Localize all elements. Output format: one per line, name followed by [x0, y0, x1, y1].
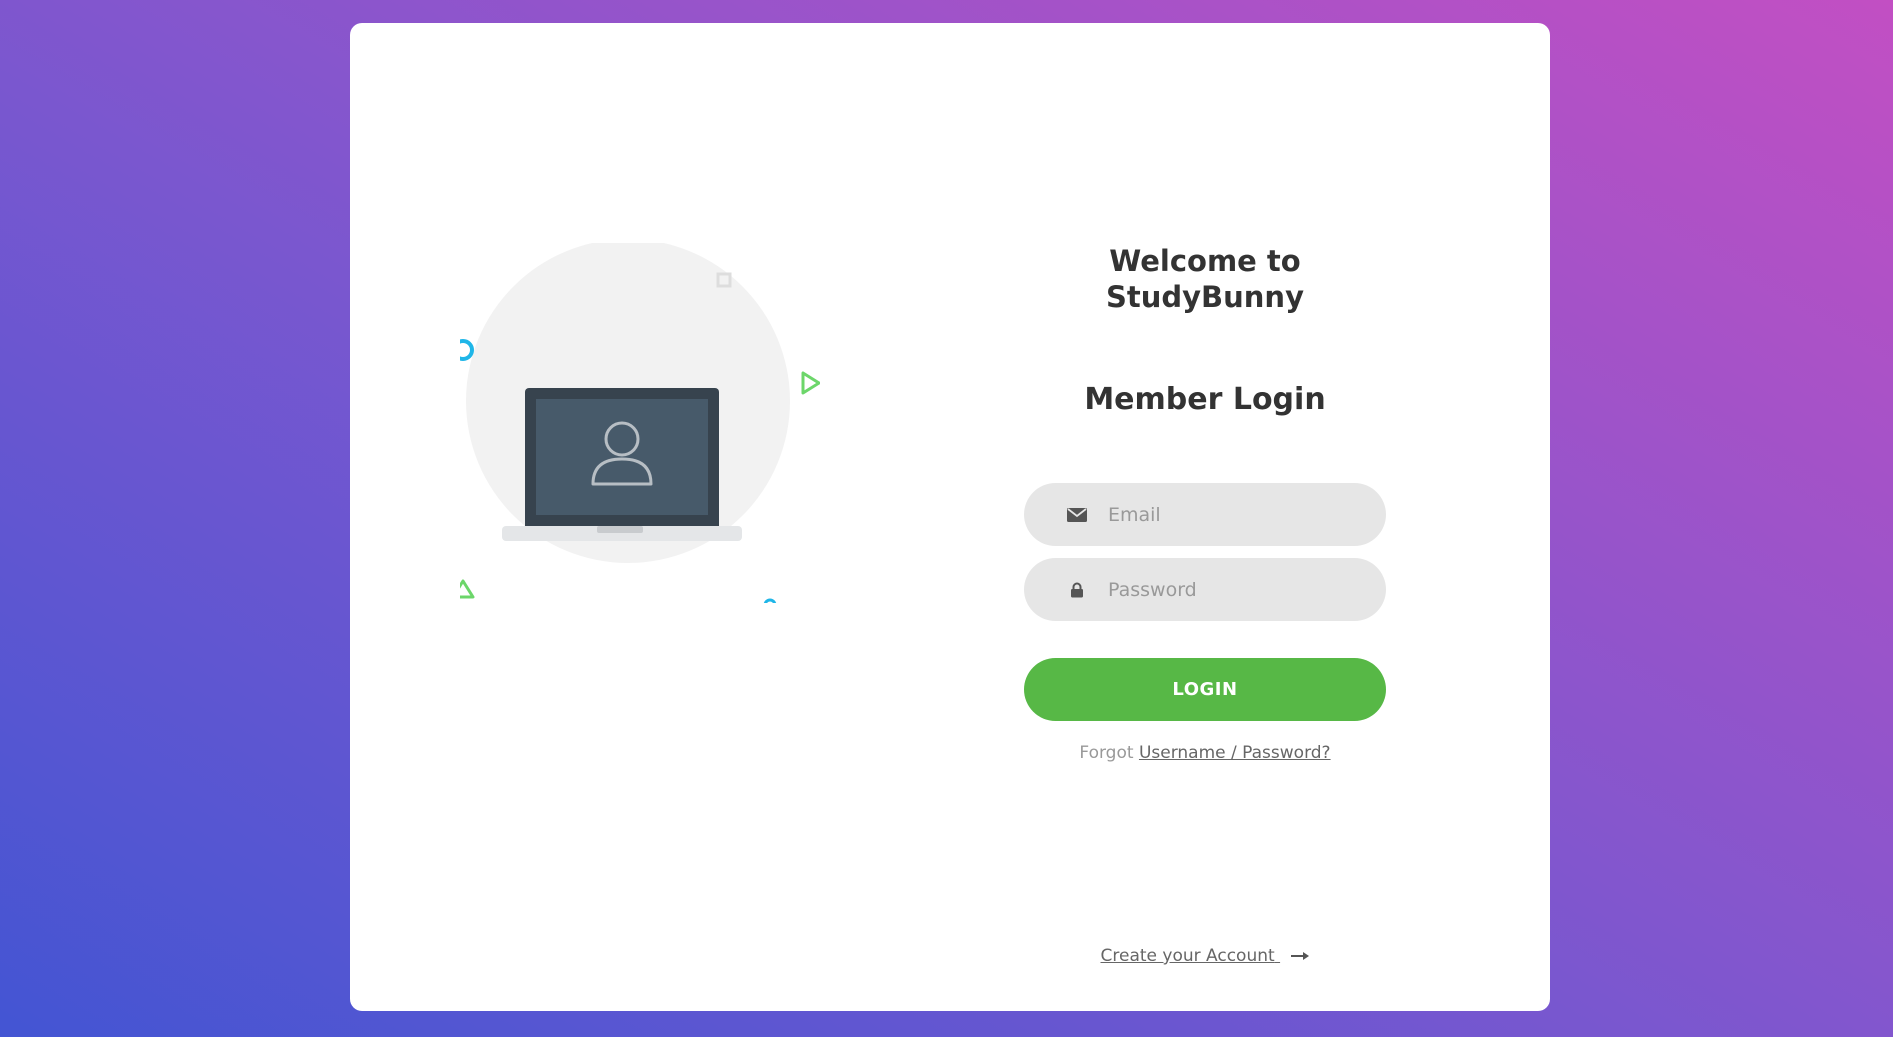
forgot-credentials: Forgot Username / Password? — [1024, 743, 1386, 763]
circle-decoration-icon — [460, 339, 474, 361]
laptop-user-illustration — [460, 243, 820, 603]
arrow-right-icon — [1291, 946, 1310, 966]
small-circle-decoration-icon — [763, 598, 777, 603]
laptop-user-svg — [460, 243, 820, 603]
password-field-wrapper — [1024, 558, 1386, 621]
welcome-heading: Welcome to StudyBunny — [1024, 243, 1386, 315]
create-account-link[interactable]: Create your Account — [1101, 946, 1281, 966]
login-form: Welcome to StudyBunny Member Login Email… — [1024, 243, 1386, 763]
envelope-icon — [1066, 504, 1088, 526]
login-button[interactable]: LOGIN — [1024, 658, 1386, 721]
app-name: StudyBunny — [1105, 280, 1304, 314]
forgot-prefix: Forgot — [1079, 743, 1134, 763]
create-account-label: Create your Account — [1100, 946, 1275, 966]
email-field-wrapper — [1024, 483, 1386, 546]
lock-icon — [1066, 579, 1088, 601]
member-login-title: Member Login — [1084, 382, 1326, 417]
login-card: Welcome to StudyBunny Member Login Email… — [350, 23, 1550, 1011]
triangle-play-decoration-icon — [801, 371, 820, 395]
laptop-notch — [597, 526, 643, 533]
create-account-row: Create your Account — [1024, 946, 1386, 966]
welcome-line-1: Welcome to — [1109, 244, 1301, 278]
triangle-decoration-icon — [460, 579, 475, 599]
forgot-credentials-link[interactable]: Username / Password? — [1139, 743, 1331, 763]
laptop-screen — [536, 399, 708, 515]
